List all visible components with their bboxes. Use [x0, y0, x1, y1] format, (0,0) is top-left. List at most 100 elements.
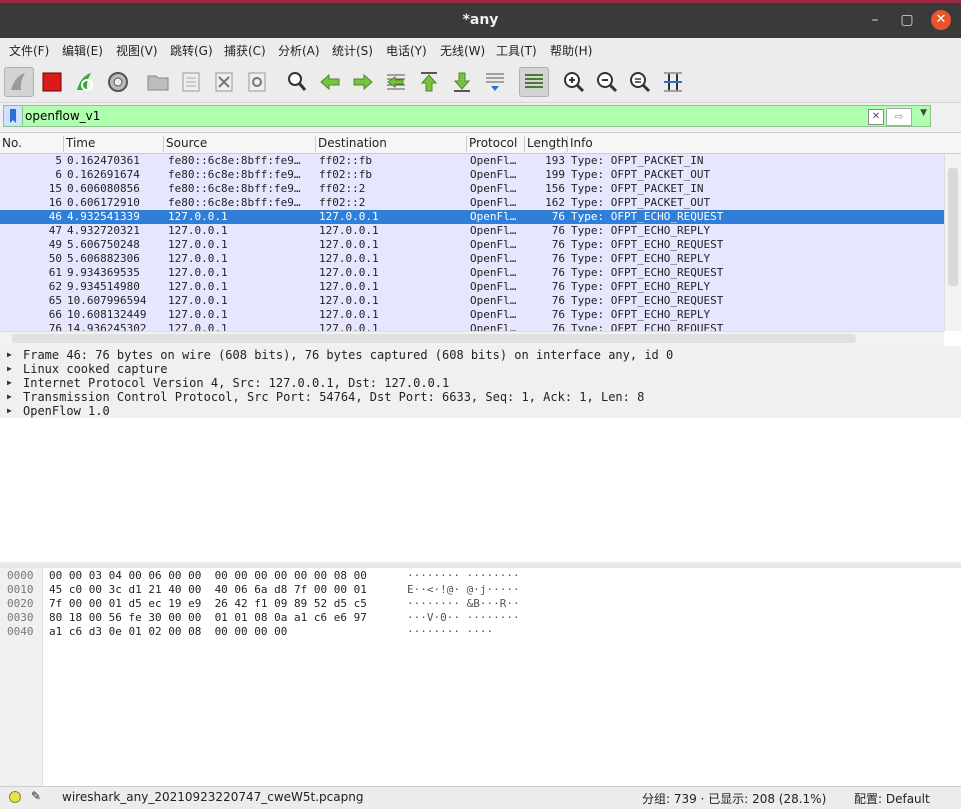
detail-row[interactable]: ▶ Transmission Control Protocol, Src Port…: [0, 390, 961, 404]
expand-arrow-icon[interactable]: ▶: [7, 404, 12, 418]
byte-hex: 00 00 03 04 00 06 00 00 00 00 00 00 00 0…: [49, 569, 367, 582]
menu-wireless[interactable]: 无线(W): [440, 42, 485, 59]
table-row[interactable]: 15 0.606080856 fe80::6c8e:8bff:fe9… ff02::2…: [0, 182, 944, 196]
cell-len: 76: [551, 224, 565, 237]
detail-row[interactable]: ▶ Linux cooked capture: [0, 362, 961, 376]
table-row[interactable]: 62 9.934514980 127.0.0.1 127.0.0.1 OpenFl… 76…: [0, 280, 944, 294]
menu-go[interactable]: 跳转(G): [170, 42, 213, 59]
go-back-icon[interactable]: [315, 67, 345, 97]
menu-file[interactable]: 文件(F): [9, 42, 49, 59]
cell-proto: OpenFl…: [470, 168, 517, 181]
column-no[interactable]: No.: [0, 136, 64, 152]
maximize-icon[interactable]: ▢: [897, 10, 917, 30]
shark-fin-icon[interactable]: [4, 67, 34, 97]
packet-bytes: 0000 00 00 03 04 00 06 00 00 00 00 00 00 …: [0, 568, 961, 786]
vertical-scrollbar[interactable]: [944, 154, 961, 331]
menu-analyze[interactable]: 分析(A): [278, 42, 320, 59]
zoom-out-icon[interactable]: [592, 67, 622, 97]
apply-filter-icon[interactable]: ⇨: [886, 108, 912, 126]
first-packet-icon[interactable]: [414, 67, 444, 97]
go-to-packet-icon[interactable]: [381, 67, 411, 97]
go-forward-icon[interactable]: [348, 67, 378, 97]
chevron-down-icon[interactable]: ▼: [920, 108, 927, 118]
cell-src: 127.0.0.1: [168, 280, 228, 293]
restart-capture-icon[interactable]: [70, 67, 100, 97]
edit-comment-icon[interactable]: ✎: [31, 789, 41, 803]
menu-telephony[interactable]: 电话(Y): [386, 42, 427, 59]
table-row[interactable]: 16 0.606172910 fe80::6c8e:8bff:fe9… ff02::2…: [0, 196, 944, 210]
menu-tools[interactable]: 工具(T): [496, 42, 537, 59]
close-icon[interactable]: ✕: [931, 10, 951, 30]
column-protocol[interactable]: Protocol: [467, 136, 525, 152]
cell-proto: OpenFl…: [470, 224, 517, 237]
table-row[interactable]: 61 9.934369535 127.0.0.1 127.0.0.1 OpenFl… 76…: [0, 266, 944, 280]
save-file-icon[interactable]: [176, 67, 206, 97]
column-info[interactable]: Info: [568, 136, 943, 152]
table-row[interactable]: 47 4.932720321 127.0.0.1 127.0.0.1 OpenFl… 76…: [0, 224, 944, 238]
cell-no: 6: [55, 168, 62, 181]
cell-len: 76: [551, 294, 565, 307]
expand-arrow-icon[interactable]: ▶: [7, 362, 12, 376]
cell-len: 76: [551, 308, 565, 321]
cell-info: Type: OFPT_PACKET_OUT: [571, 196, 711, 209]
stop-icon[interactable]: [37, 67, 67, 97]
column-source[interactable]: Source: [164, 136, 316, 152]
cell-info: Type: OFPT_ECHO_REPLY: [571, 308, 711, 321]
menu-capture[interactable]: 捕获(C): [224, 42, 266, 59]
reload-icon[interactable]: [242, 67, 272, 97]
cell-info: Type: OFPT_ECHO_REPLY: [571, 280, 711, 293]
capture-options-icon[interactable]: [103, 67, 133, 97]
expand-arrow-icon[interactable]: ▶: [7, 390, 12, 404]
clear-filter-icon[interactable]: ✕: [868, 109, 884, 125]
cell-proto: OpenFl…: [470, 238, 517, 251]
cell-len: 76: [551, 280, 565, 293]
table-row[interactable]: 66 10.608132449 127.0.0.1 127.0.0.1 OpenFl… 7…: [0, 308, 944, 322]
cell-no: 61: [48, 266, 62, 279]
cell-info: Type: OFPT_PACKET_IN: [571, 182, 704, 195]
display-filter-input[interactable]: openflow_v1 ✕ ⇨ ▼: [3, 105, 931, 127]
byte-offset: 0030: [7, 611, 34, 624]
minimize-icon[interactable]: –: [865, 10, 885, 30]
table-row[interactable]: 46 4.932541339 127.0.0.1 127.0.0.1 OpenFl… 76…: [0, 210, 944, 224]
bookmark-icon[interactable]: [4, 106, 23, 126]
cell-len: 76: [551, 210, 565, 223]
find-packet-icon[interactable]: [282, 67, 312, 97]
menu-help[interactable]: 帮助(H): [550, 42, 592, 59]
autoscroll-icon[interactable]: [480, 67, 510, 97]
close-file-icon[interactable]: [209, 67, 239, 97]
cell-len: 162: [545, 196, 565, 209]
cell-no: 47: [48, 224, 62, 237]
colorize-icon[interactable]: [519, 67, 549, 97]
detail-row[interactable]: ▶ Internet Protocol Version 4, Src: 127.0…: [0, 376, 961, 390]
detail-row[interactable]: ▶ OpenFlow 1.0: [0, 404, 961, 418]
profile-label[interactable]: 配置: Default: [854, 790, 930, 807]
table-row[interactable]: 65 10.607996594 127.0.0.1 127.0.0.1 OpenFl… 7…: [0, 294, 944, 308]
menu-view[interactable]: 视图(V): [116, 42, 158, 59]
menu-edit[interactable]: 编辑(E): [62, 42, 103, 59]
table-row[interactable]: 6 0.162691674 fe80::6c8e:8bff:fe9… ff02::fb…: [0, 168, 944, 182]
table-row[interactable]: 50 5.606882306 127.0.0.1 127.0.0.1 OpenFl… 76…: [0, 252, 944, 266]
resize-columns-icon[interactable]: [658, 67, 688, 97]
open-file-icon[interactable]: [143, 67, 173, 97]
cell-proto: OpenFl…: [470, 322, 517, 331]
normal-size-icon[interactable]: [625, 67, 655, 97]
last-packet-icon[interactable]: [447, 67, 477, 97]
column-time[interactable]: Time: [64, 136, 164, 152]
expand-arrow-icon[interactable]: ▶: [7, 376, 12, 390]
byte-hex: 80 18 00 56 fe 30 00 00 01 01 08 0a a1 c…: [49, 611, 367, 624]
table-row[interactable]: 5 0.162470361 fe80::6c8e:8bff:fe9… ff02::fb…: [0, 154, 944, 168]
zoom-in-icon[interactable]: [559, 67, 589, 97]
expand-arrow-icon[interactable]: ▶: [7, 348, 12, 362]
expert-info-icon[interactable]: [9, 791, 21, 803]
horizontal-scrollbar[interactable]: [0, 331, 944, 346]
byte-offset: 0000: [7, 569, 34, 582]
cell-no: 46: [48, 210, 62, 223]
table-row[interactable]: 49 5.606750248 127.0.0.1 127.0.0.1 OpenFl… 76…: [0, 238, 944, 252]
detail-row[interactable]: ▶ Frame 46: 76 bytes on wire (608 bits), …: [0, 348, 961, 362]
table-row[interactable]: 76 14.936245302 127.0.0.1 127.0.0.1 OpenFl… 7…: [0, 322, 944, 331]
menu-statistics[interactable]: 统计(S): [332, 42, 373, 59]
column-length[interactable]: Length: [525, 136, 568, 152]
cell-time: 0.162691674: [67, 168, 140, 181]
column-destination[interactable]: Destination: [316, 136, 467, 152]
filter-value: openflow_v1: [25, 109, 101, 123]
